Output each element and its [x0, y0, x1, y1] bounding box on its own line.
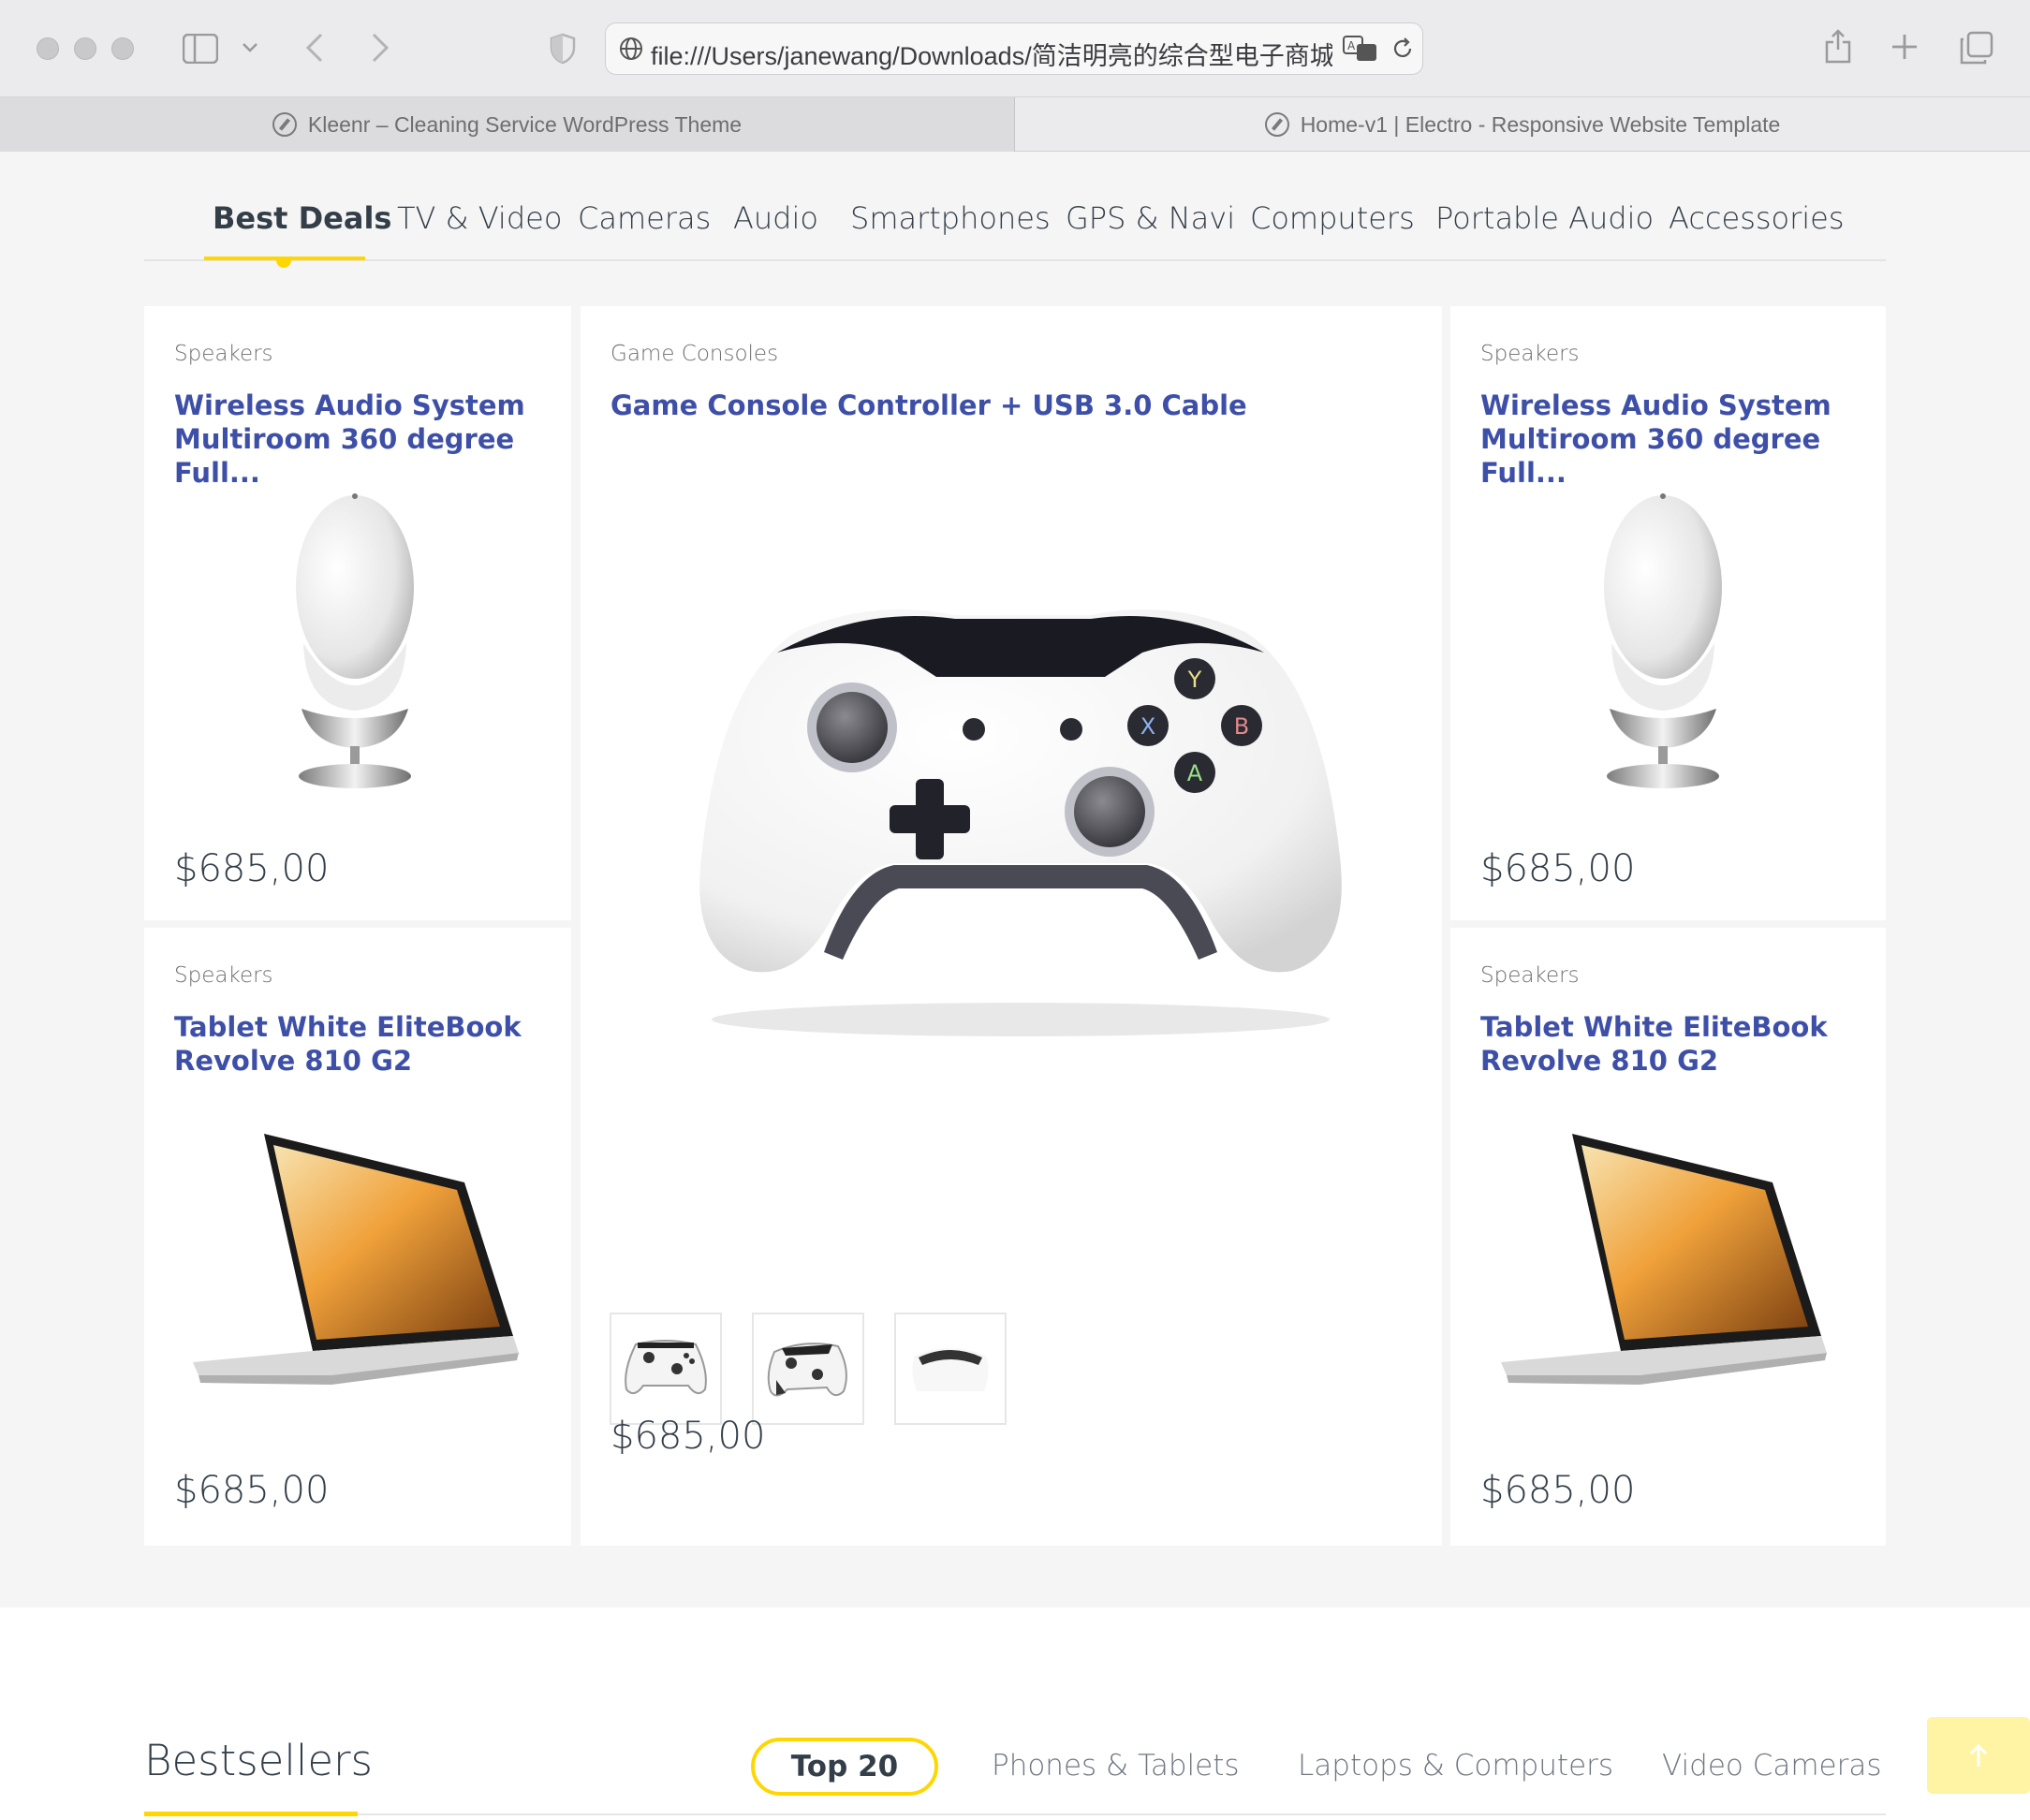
tab-cameras[interactable]: Cameras [578, 200, 711, 236]
product-price: $685,00 [174, 1469, 330, 1512]
product-card[interactable]: Speakers Tablet White EliteBook Revolve … [1450, 928, 1886, 1546]
arrow-up-icon [1969, 1743, 1988, 1767]
product-title-link[interactable]: Wireless Audio System Multiroom 360 degr… [1480, 389, 1855, 490]
product-title-link[interactable]: Tablet White EliteBook Revolve 810 G2 [1480, 1010, 1855, 1078]
tab-title: Home-v1 | Electro - Responsive Website T… [1300, 111, 1781, 137]
share-icon[interactable] [1822, 26, 1854, 66]
bestsellers-tab-phones-tablets[interactable]: Phones & Tablets [992, 1749, 1240, 1783]
laptop-image[interactable] [191, 1124, 528, 1387]
product-title-link[interactable]: Tablet White EliteBook Revolve 810 G2 [174, 1010, 549, 1078]
new-tab-icon[interactable] [1890, 32, 1920, 62]
page-content: Best Deals TV & Video Cameras Audio Smar… [0, 152, 2030, 1820]
tab-tv-video[interactable]: TV & Video [397, 200, 562, 236]
compass-icon [1264, 112, 1289, 137]
active-tab-marker [276, 258, 291, 268]
speaker-image[interactable] [294, 493, 416, 793]
tab-audio[interactable]: Audio [733, 200, 818, 236]
tab-computers[interactable]: Computers [1250, 200, 1415, 236]
speaker-image[interactable] [1602, 493, 1724, 793]
product-category: Speakers [174, 963, 273, 988]
product-category: Speakers [1480, 963, 1580, 988]
product-category: Game Consoles [610, 342, 779, 366]
bestsellers-divider [144, 1813, 1886, 1815]
tab-bar: Kleenr – Cleaning Service WordPress Them… [0, 97, 2030, 152]
bestsellers-tab-video-cameras[interactable]: Video Cameras [1662, 1749, 1882, 1783]
category-tabs: Best Deals TV & Video Cameras Audio Smar… [144, 200, 1886, 268]
back-to-top-button[interactable] [1927, 1717, 2030, 1794]
product-price: $685,00 [1480, 1469, 1636, 1512]
laptop-image[interactable] [1499, 1124, 1836, 1387]
product-card[interactable]: Speakers Tablet White EliteBook Revolve … [144, 928, 571, 1546]
bestsellers-tab-top-20[interactable]: Top 20 [751, 1738, 938, 1796]
controller-thumb-front[interactable] [610, 1313, 722, 1425]
product-price: $685,00 [610, 1415, 766, 1458]
chevron-down-icon[interactable] [240, 37, 260, 58]
product-card[interactable]: Speakers Wireless Audio System Multiroom… [1450, 306, 1886, 920]
svg-text:A: A [1187, 760, 1203, 786]
forward-icon[interactable] [367, 30, 393, 66]
browser-tab-electro[interactable]: Home-v1 | Electro - Responsive Website T… [1015, 97, 2030, 152]
globe-icon [617, 35, 645, 63]
product-title-link[interactable]: Wireless Audio System Multiroom 360 degr… [174, 389, 549, 490]
tab-gps-navi[interactable]: GPS & Navi [1066, 200, 1235, 236]
close-window-button[interactable] [37, 37, 59, 60]
svg-text:B: B [1234, 713, 1249, 740]
tab-accessories[interactable]: Accessories [1669, 200, 1845, 236]
bestsellers-title-underline [144, 1812, 358, 1816]
svg-text:A: A [1347, 39, 1356, 52]
bestsellers-tab-laptops-computers[interactable]: Laptops & Computers [1298, 1749, 1613, 1783]
sidebar-icon[interactable] [182, 32, 219, 66]
svg-text:Y: Y [1187, 667, 1202, 693]
reload-icon[interactable] [1389, 35, 1417, 63]
compass-icon [272, 112, 297, 137]
back-icon[interactable] [302, 30, 328, 66]
product-price: $685,00 [1480, 847, 1636, 890]
tab-portable-audio[interactable]: Portable Audio [1435, 200, 1654, 236]
address-bar[interactable]: file:///Users/janewang/Downloads/简洁明亮的综合… [605, 22, 1423, 75]
browser-tab-kleenr[interactable]: Kleenr – Cleaning Service WordPress Them… [0, 97, 1015, 152]
product-category: Speakers [174, 342, 273, 366]
tab-best-deals[interactable]: Best Deals [213, 200, 391, 236]
controller-thumb-top[interactable] [894, 1313, 1007, 1425]
tab-overview-icon[interactable] [1959, 30, 1994, 66]
featured-product-card[interactable]: Game Consoles Game Console Controller + … [581, 306, 1442, 1546]
minimize-window-button[interactable] [74, 37, 96, 60]
game-controller-image[interactable]: Y X B A [674, 596, 1367, 1046]
product-price: $685,00 [174, 847, 330, 890]
tab-smartphones[interactable]: Smartphones [850, 200, 1051, 236]
product-card[interactable]: Speakers Wireless Audio System Multiroom… [144, 306, 571, 920]
zoom-window-button[interactable] [111, 37, 134, 60]
best-deals-section: Best Deals TV & Video Cameras Audio Smar… [0, 152, 2030, 1607]
translate-icon[interactable]: A [1342, 33, 1379, 65]
controller-thumb-angle[interactable] [752, 1313, 864, 1425]
svg-text:X: X [1140, 713, 1155, 740]
shield-icon[interactable] [549, 32, 577, 66]
tab-title: Kleenr – Cleaning Service WordPress Them… [307, 111, 743, 137]
url-text[interactable]: file:///Users/janewang/Downloads/简洁明亮的综合… [651, 36, 1332, 72]
product-title-link[interactable]: Game Console Controller + USB 3.0 Cable [610, 389, 1416, 422]
bestsellers-title: Bestsellers [144, 1736, 374, 1785]
browser-toolbar: file:///Users/janewang/Downloads/简洁明亮的综合… [0, 0, 2030, 97]
product-category: Speakers [1480, 342, 1580, 366]
